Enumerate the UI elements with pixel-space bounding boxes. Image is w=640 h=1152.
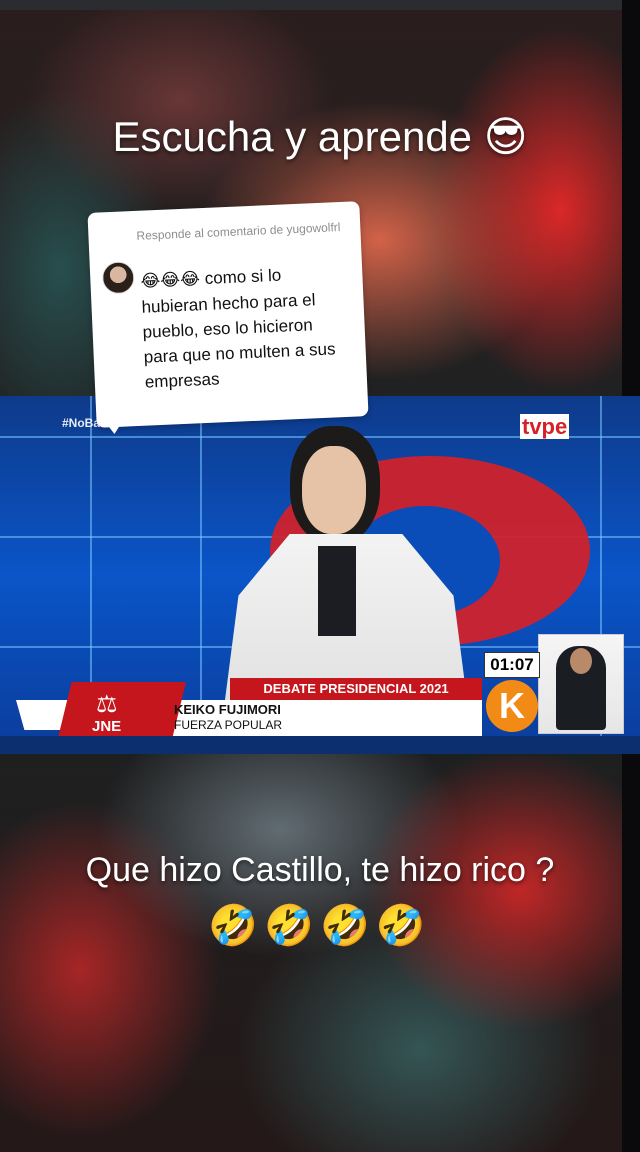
speaker-party: FUERZA POPULAR (174, 718, 283, 732)
caption-top-text: Escucha y aprende (112, 113, 473, 160)
speaker-name: KEIKO FUJIMORI (174, 702, 281, 717)
caption-top: Escucha y aprende 😎 (0, 112, 640, 161)
party-k-logo: K (486, 680, 538, 732)
channel-logo: tvpe (520, 414, 570, 440)
bubble-tail (99, 413, 129, 435)
commenter-avatar[interactable] (101, 261, 135, 295)
caption-bottom: Que hizo Castillo, te hizo rico ? (0, 848, 640, 892)
rofl-emoji-row: 🤣🤣🤣🤣 (208, 903, 432, 949)
reply-header: Responde al comentario de yugowolfrl (136, 220, 341, 243)
jne-emblem-icon: ⚖ (96, 691, 118, 718)
video-bottom-strip (0, 736, 640, 754)
channel-logo-text: tvpe (520, 414, 570, 439)
comment-text: 😂😂😂 como si lo hubieran hecho para el pu… (140, 260, 350, 395)
debate-title-bar: DEBATE PRESIDENCIAL 2021 (230, 678, 482, 700)
laughing-emoji: 😂😂😂 (140, 269, 201, 292)
debate-video-frame[interactable]: #NoBa tvpe DEBATE PRESIDENCIAL 2021 ⚖ JN… (0, 396, 640, 754)
speaker-face (302, 446, 366, 534)
hashtag-label: #NoBa (62, 416, 101, 430)
speaker-top (318, 546, 356, 636)
debate-timer: 01:07 (484, 652, 540, 678)
caption-bottom-text: Que hizo Castillo, te hizo rico ? (85, 851, 555, 889)
reply-comment-bubble[interactable]: Responde al comentario de yugowolfrl 😂😂😂… (87, 201, 369, 428)
jne-label: JNE (92, 718, 122, 735)
top-status-bar (0, 0, 640, 10)
sunglasses-emoji: 😎 (483, 112, 528, 161)
sign-interpreter-face (570, 648, 592, 674)
